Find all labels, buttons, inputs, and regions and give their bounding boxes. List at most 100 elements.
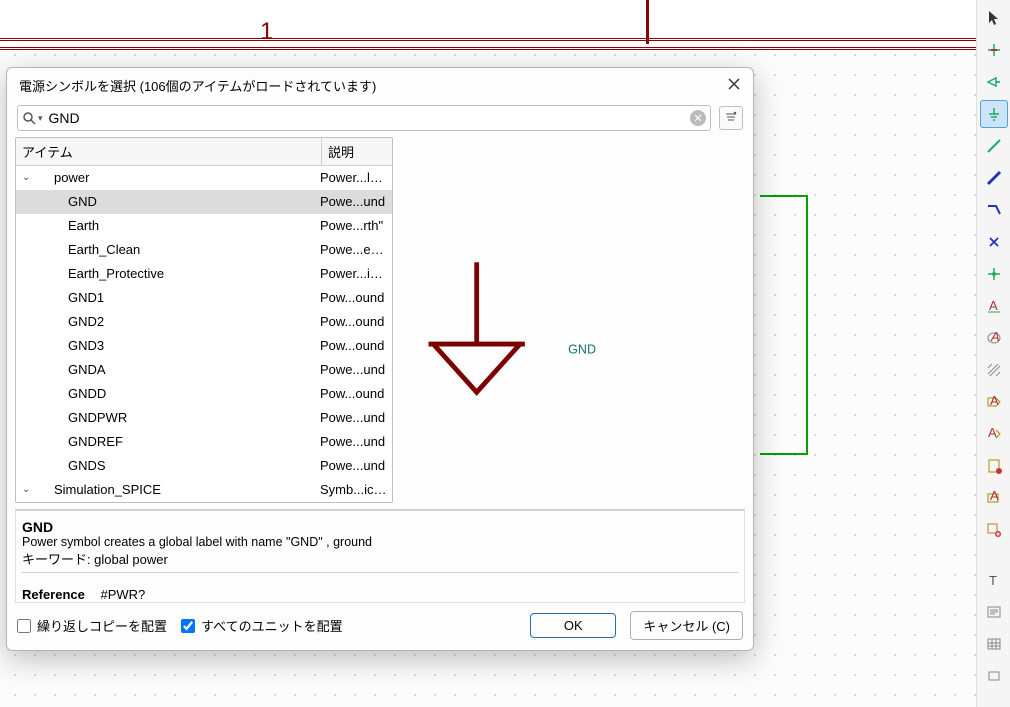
tree-group[interactable]: ⌄powerPower...lags <box>16 166 392 190</box>
clear-search-icon[interactable]: ✕ <box>690 110 706 126</box>
ok-button[interactable]: OK <box>530 613 616 638</box>
tree-item[interactable]: GNDAPowe...und <box>16 358 392 382</box>
symbol-preview[interactable]: GND <box>401 137 745 503</box>
cancel-button[interactable]: キャンセル (C) <box>630 611 743 640</box>
rect-tool-icon[interactable] <box>980 662 1008 690</box>
repeat-label: 繰り返しコピーを配置 <box>37 616 167 635</box>
tree-item-name: GND <box>36 192 320 212</box>
text-tool-icon[interactable]: T <box>980 566 1008 594</box>
sheet-label-icon[interactable]: A <box>980 420 1008 448</box>
tree-item[interactable]: GNDDPow...ound <box>16 382 392 406</box>
tree-item-name: GNDA <box>36 360 320 380</box>
place-power-icon[interactable] <box>980 100 1008 128</box>
tree-item-desc: Pow...ound <box>320 336 392 356</box>
tree-item[interactable]: GNDPowe...und <box>16 190 392 214</box>
dialog-title: 電源シンボルを選択 (106個のアイテムがロードされています) <box>19 76 376 95</box>
tree-item-name: power <box>36 168 320 188</box>
wire-tool-icon[interactable] <box>980 132 1008 160</box>
place-symbol-icon[interactable] <box>980 68 1008 96</box>
right-toolbox: A A A A A T <box>976 0 1010 707</box>
junction-tool-icon[interactable] <box>980 36 1008 64</box>
tree-item-desc: Powe...rth" <box>320 216 392 236</box>
tree-item-desc: Powe...und <box>320 432 392 452</box>
tree-item[interactable]: GNDREFPowe...und <box>16 430 392 454</box>
bus-entry-icon[interactable] <box>980 196 1008 224</box>
textbox-tool-icon[interactable] <box>980 598 1008 626</box>
tree-item-desc: Symb...ice). <box>320 480 392 500</box>
tree-item-name: GNDREF <box>36 432 320 452</box>
tree-item-desc: Powe...und <box>320 360 392 380</box>
tree-item-desc: Power...ive" <box>320 264 392 284</box>
tree-header-desc[interactable]: 説明 <box>322 138 392 165</box>
allunits-checkbox[interactable]: すべてのユニットを配置 <box>181 616 343 635</box>
hatch-tool-icon[interactable] <box>980 356 1008 384</box>
tree-item-desc: Powe...und <box>320 408 392 428</box>
svg-text:GND: GND <box>568 343 596 357</box>
noconnect-icon[interactable] <box>980 228 1008 256</box>
symbol-tree: アイテム 説明 ⌄powerPower...lagsGNDPowe...undE… <box>15 137 393 503</box>
tree-item[interactable]: GND3Pow...ound <box>16 334 392 358</box>
svg-text:A: A <box>990 490 999 503</box>
ruler-tick <box>646 0 649 44</box>
info-desc: Power symbol creates a global label with… <box>22 535 738 549</box>
tree-item[interactable]: Earth_CleanPowe...ean" <box>16 238 392 262</box>
ruler-number: 1 <box>260 18 273 46</box>
tree-item-desc: Powe...und <box>320 192 392 212</box>
svg-text:A: A <box>990 394 999 408</box>
allunits-label: すべてのユニットを配置 <box>201 616 343 635</box>
info-reference: Reference #PWR? <box>22 587 738 602</box>
tree-item[interactable]: GNDSPowe...und <box>16 454 392 478</box>
info-panel: GND Power symbol creates a global label … <box>15 509 745 603</box>
tree-item-desc: Pow...ound <box>320 288 392 308</box>
tree-item[interactable]: EarthPowe...rth" <box>16 214 392 238</box>
tree-item-name: GNDS <box>36 456 320 476</box>
junction-dot-icon[interactable] <box>980 260 1008 288</box>
tree-item[interactable]: GND2Pow...ound <box>16 310 392 334</box>
ruler: 1 <box>0 0 976 44</box>
label-tool-icon[interactable]: A <box>980 292 1008 320</box>
sync-pins-icon[interactable] <box>980 516 1008 544</box>
search-icon <box>22 111 36 125</box>
tree-item-desc: Pow...ound <box>320 384 392 404</box>
tree-item-desc: Pow...ound <box>320 312 392 332</box>
tree-item-name: Earth_Clean <box>36 240 320 260</box>
bus-tool-icon[interactable] <box>980 164 1008 192</box>
tree-group[interactable]: ⌄Simulation_SPICESymb...ice). <box>16 478 392 502</box>
hiersheet-pin-icon[interactable]: A <box>980 484 1008 512</box>
expander-icon[interactable]: ⌄ <box>22 480 36 500</box>
gnd-symbol-icon: GND <box>429 262 596 392</box>
svg-text:A: A <box>990 330 1000 344</box>
tree-item-name: GND1 <box>36 288 320 308</box>
schematic-box <box>760 195 808 455</box>
tree-item-desc: Powe...und <box>320 456 392 476</box>
cursor-tool-icon[interactable] <box>980 4 1008 32</box>
tree-item[interactable]: GND1Pow...ound <box>16 286 392 310</box>
tree-item-name: GND3 <box>36 336 320 356</box>
power-symbol-dialog: 電源シンボルを選択 (106個のアイテムがロードされています) ▾ ✕ アイテム… <box>6 67 754 651</box>
global-label-icon[interactable]: A <box>980 324 1008 352</box>
tree-item-name: Earth <box>36 216 320 236</box>
sheet-tool-icon[interactable] <box>980 452 1008 480</box>
tree-item-name: GNDD <box>36 384 320 404</box>
search-input[interactable] <box>45 108 690 128</box>
tree-item-desc: Power...lags <box>320 168 392 188</box>
hierlabel-icon[interactable]: A <box>980 388 1008 416</box>
tree-item[interactable]: Earth_ProtectivePower...ive" <box>16 262 392 286</box>
svg-text:A: A <box>989 298 998 313</box>
filter-button[interactable] <box>719 106 743 130</box>
tree-item-desc: Powe...ean" <box>320 240 392 260</box>
tree-item-name: Earth_Protective <box>36 264 320 284</box>
tree-header-item[interactable]: アイテム <box>16 138 322 165</box>
close-icon[interactable] <box>727 77 741 94</box>
tree-item-name: GND2 <box>36 312 320 332</box>
svg-text:T: T <box>989 573 997 588</box>
search-field[interactable]: ▾ ✕ <box>17 105 711 131</box>
info-title: GND <box>22 519 738 535</box>
svg-text:A: A <box>988 426 997 440</box>
search-dropdown-icon[interactable]: ▾ <box>36 113 45 124</box>
table-tool-icon[interactable] <box>980 630 1008 658</box>
repeat-checkbox[interactable]: 繰り返しコピーを配置 <box>17 616 167 635</box>
expander-icon[interactable]: ⌄ <box>22 168 36 188</box>
tree-item[interactable]: GNDPWRPowe...und <box>16 406 392 430</box>
info-keywords: キーワード: global power <box>22 549 738 568</box>
